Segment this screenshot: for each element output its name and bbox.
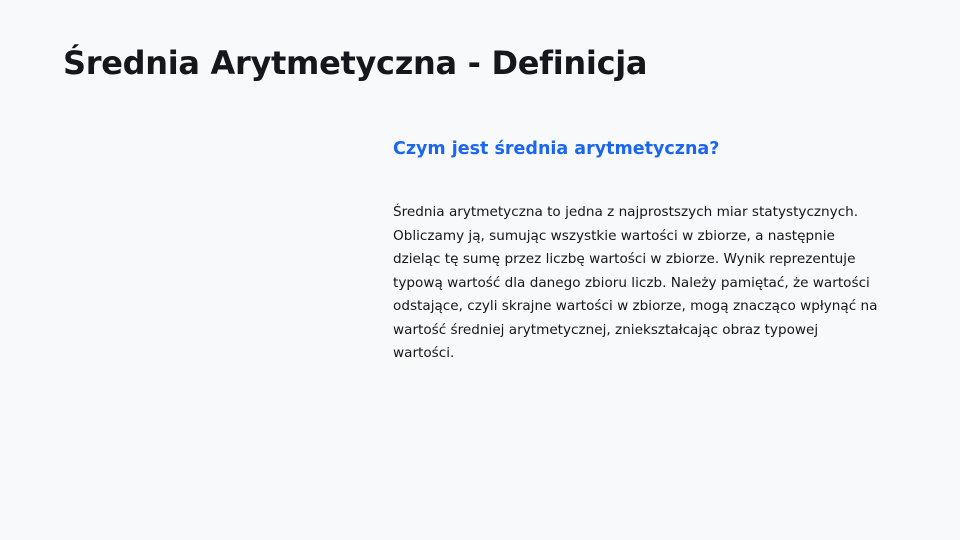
definition-paragraph: Średnia arytmetyczna to jedna z najprost…: [393, 201, 933, 366]
paragraph-line: odstające, czyli skrajne wartości w zbio…: [393, 298, 878, 314]
section-heading: Czym jest średnia arytmetyczna?: [393, 139, 720, 159]
paragraph-line: wartości.: [393, 345, 455, 361]
paragraph-line: Obliczamy ją, sumując wszystkie wartości…: [393, 227, 835, 244]
paragraph-line: Średnia arytmetyczna to jedna z najprost…: [393, 204, 859, 220]
slide-title: Średnia Arytmetyczna - Definicja: [63, 44, 648, 82]
paragraph-line: dzieląc tę sumę przez liczbę wartości w …: [393, 251, 856, 267]
paragraph-line: wartość średniej arytmetycznej, zniekszt…: [393, 321, 819, 338]
paragraph-line: typową wartość dla danego zbioru liczb. …: [393, 274, 870, 291]
